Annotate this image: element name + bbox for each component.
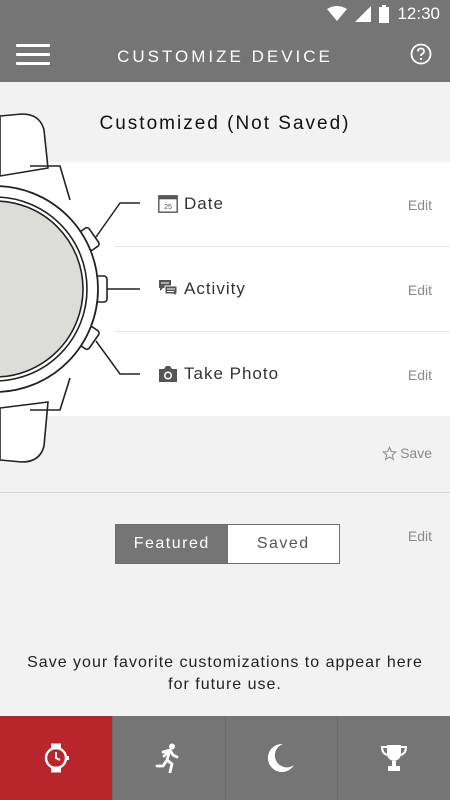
wifi-icon xyxy=(327,6,348,21)
trophy-icon xyxy=(381,745,408,771)
section-divider xyxy=(0,492,450,493)
watch-illustration xyxy=(0,113,140,463)
moon-icon xyxy=(268,743,295,772)
app-bar: CUSTOMIZE DEVICE xyxy=(0,30,450,82)
status-bar: 12:30 xyxy=(0,0,450,30)
camera-icon xyxy=(159,366,177,382)
bottom-nav xyxy=(0,716,450,800)
help-icon[interactable] xyxy=(410,43,432,65)
status-time: 12:30 xyxy=(397,4,440,23)
calendar-icon-day: 25 xyxy=(164,204,172,211)
goals-tab[interactable] xyxy=(338,716,450,800)
calendar-icon: 25 xyxy=(158,195,178,213)
watch-tab[interactable] xyxy=(0,716,113,800)
edit-saved-button[interactable]: Edit xyxy=(408,528,432,544)
page-title: CUSTOMIZE DEVICE xyxy=(117,47,333,66)
button-label-date: Date xyxy=(184,194,224,213)
runner-icon xyxy=(155,743,179,773)
empty-state-message: Save your favorite customizations to app… xyxy=(27,654,423,693)
star-icon xyxy=(382,445,398,461)
sleep-tab[interactable] xyxy=(226,716,339,800)
save-label: Save xyxy=(400,445,432,461)
status-icons: 12:30 xyxy=(327,4,440,24)
tab-saved[interactable]: Saved xyxy=(227,525,339,563)
cell-signal-icon xyxy=(355,6,372,22)
activity-tab[interactable] xyxy=(113,716,226,800)
edit-date-button[interactable]: Edit xyxy=(408,197,432,213)
tab-featured[interactable]: Featured xyxy=(116,525,228,563)
button-label-activity: Activity xyxy=(184,279,246,298)
featured-saved-toggle: Featured Saved xyxy=(115,524,340,564)
edit-take-photo-button[interactable]: Edit xyxy=(408,367,432,383)
button-label-take-photo: Take Photo xyxy=(184,364,280,383)
save-button[interactable]: Save xyxy=(382,445,432,461)
edit-activity-button[interactable]: Edit xyxy=(408,282,432,298)
watch-icon xyxy=(44,743,69,773)
battery-icon xyxy=(379,5,390,23)
chat-bubbles-icon xyxy=(159,280,178,297)
